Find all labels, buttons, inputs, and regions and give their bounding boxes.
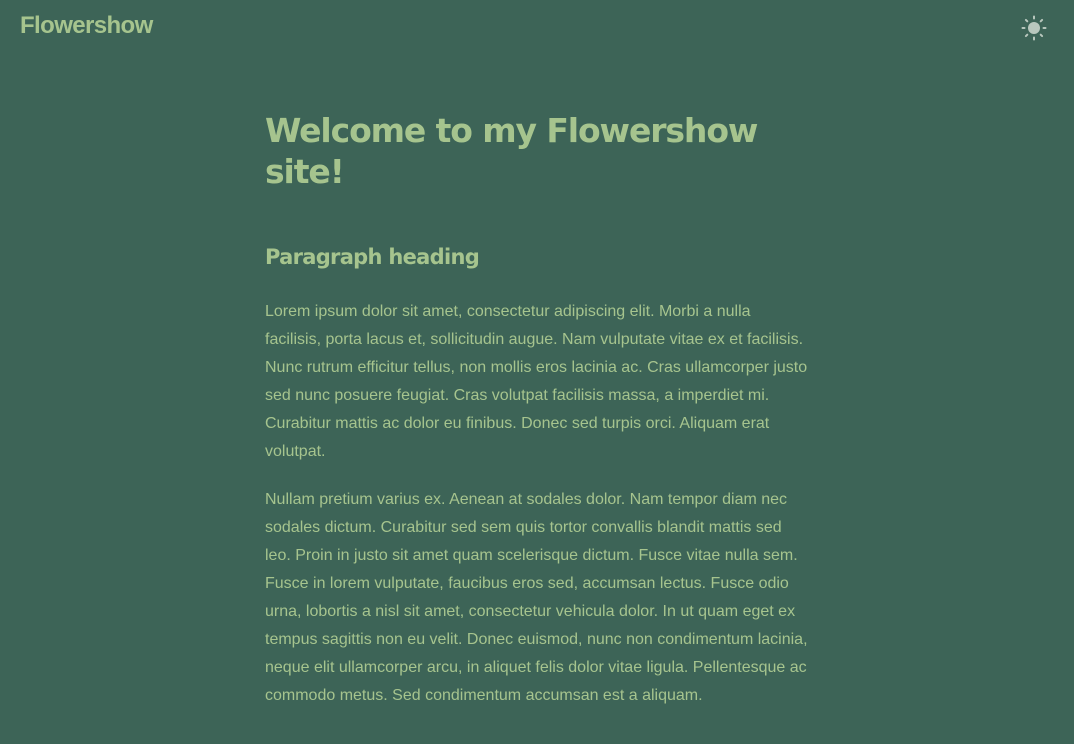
sun-icon <box>1021 15 1047 41</box>
site-title-link[interactable]: Flowershow <box>20 11 153 41</box>
site-header: Flowershow <box>0 0 1074 54</box>
page-title: Welcome to my Flowershow site! <box>265 111 758 191</box>
main-content: Welcome to my Flowershow site! Paragraph… <box>265 110 810 710</box>
paragraph-1: Lorem ipsum dolor sit amet, consectetur … <box>265 303 808 460</box>
paragraph-2: Nullam pretium varius ex. Aenean at soda… <box>265 491 808 704</box>
theme-toggle-button[interactable] <box>1020 14 1048 42</box>
section-heading: Paragraph heading <box>265 245 480 269</box>
